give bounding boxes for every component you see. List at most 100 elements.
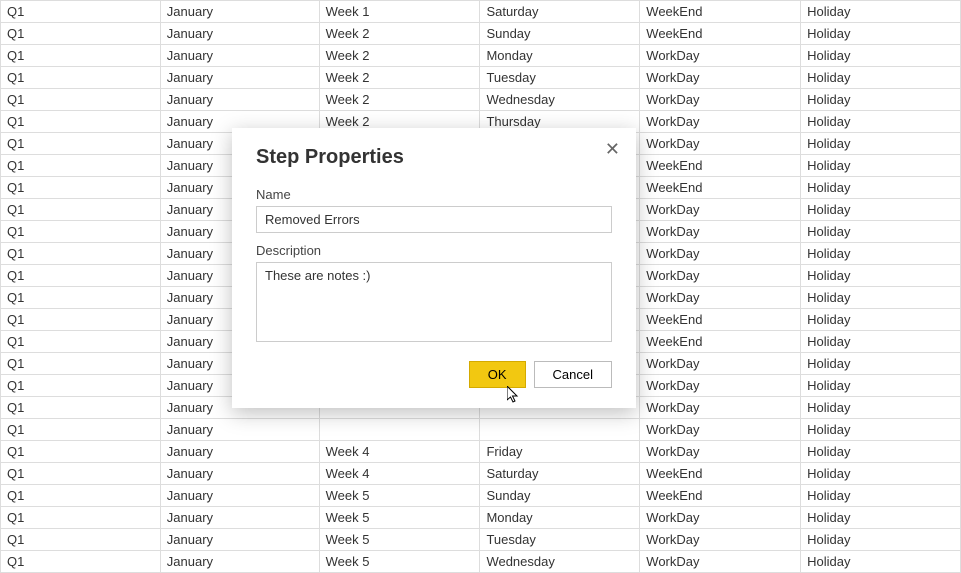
table-row[interactable]: Q1JanuaryWeek 2WednesdayWorkDayHoliday [1, 89, 961, 111]
table-cell[interactable]: WorkDay [640, 419, 801, 441]
table-cell[interactable]: January [160, 89, 319, 111]
table-cell[interactable]: WorkDay [640, 507, 801, 529]
table-cell[interactable]: WorkDay [640, 45, 801, 67]
table-cell[interactable]: Q1 [1, 243, 161, 265]
table-cell[interactable]: Week 5 [319, 551, 480, 573]
table-cell[interactable]: Q1 [1, 529, 161, 551]
table-cell[interactable]: Holiday [801, 67, 961, 89]
name-input[interactable] [256, 206, 612, 233]
table-cell[interactable]: January [160, 507, 319, 529]
table-cell[interactable]: Q1 [1, 155, 161, 177]
table-cell[interactable]: Holiday [801, 463, 961, 485]
table-cell[interactable]: WeekEnd [640, 1, 801, 23]
table-cell[interactable]: Q1 [1, 463, 161, 485]
table-cell[interactable]: Saturday [480, 1, 640, 23]
table-cell[interactable]: Q1 [1, 397, 161, 419]
table-cell[interactable] [319, 419, 480, 441]
table-cell[interactable]: Tuesday [480, 529, 640, 551]
table-cell[interactable]: Week 2 [319, 23, 480, 45]
table-cell[interactable]: Q1 [1, 265, 161, 287]
table-cell[interactable]: Holiday [801, 155, 961, 177]
table-cell[interactable]: Monday [480, 45, 640, 67]
table-cell[interactable]: January [160, 419, 319, 441]
table-cell[interactable]: Holiday [801, 199, 961, 221]
table-cell[interactable]: Q1 [1, 353, 161, 375]
table-cell[interactable]: Monday [480, 507, 640, 529]
table-cell[interactable]: Week 2 [319, 45, 480, 67]
table-cell[interactable]: January [160, 463, 319, 485]
table-cell[interactable]: WorkDay [640, 353, 801, 375]
table-cell[interactable]: WorkDay [640, 221, 801, 243]
table-cell[interactable]: Holiday [801, 441, 961, 463]
table-cell[interactable]: Tuesday [480, 67, 640, 89]
table-cell[interactable]: WorkDay [640, 265, 801, 287]
table-cell[interactable]: Week 5 [319, 529, 480, 551]
table-cell[interactable]: WeekEnd [640, 485, 801, 507]
table-cell[interactable]: Q1 [1, 485, 161, 507]
table-cell[interactable]: Holiday [801, 485, 961, 507]
table-cell[interactable]: Week 5 [319, 485, 480, 507]
table-cell[interactable]: January [160, 551, 319, 573]
table-cell[interactable]: Wednesday [480, 551, 640, 573]
table-cell[interactable]: Q1 [1, 45, 161, 67]
table-cell[interactable]: Holiday [801, 243, 961, 265]
table-cell[interactable]: January [160, 45, 319, 67]
table-cell[interactable]: Week 5 [319, 507, 480, 529]
table-cell[interactable]: WorkDay [640, 133, 801, 155]
table-cell[interactable]: WeekEnd [640, 309, 801, 331]
table-cell[interactable]: Week 4 [319, 441, 480, 463]
table-cell[interactable]: Friday [480, 441, 640, 463]
table-cell[interactable]: Week 1 [319, 1, 480, 23]
table-cell[interactable]: Holiday [801, 309, 961, 331]
close-button[interactable]: ✕ [601, 138, 624, 160]
table-row[interactable]: Q1JanuaryWeek 2TuesdayWorkDayHoliday [1, 67, 961, 89]
table-cell[interactable]: WorkDay [640, 287, 801, 309]
table-cell[interactable]: Holiday [801, 133, 961, 155]
table-cell[interactable]: Holiday [801, 419, 961, 441]
table-cell[interactable]: Sunday [480, 23, 640, 45]
table-cell[interactable]: Q1 [1, 507, 161, 529]
table-cell[interactable]: Q1 [1, 67, 161, 89]
table-cell[interactable]: January [160, 485, 319, 507]
table-cell[interactable]: WorkDay [640, 89, 801, 111]
table-cell[interactable]: WorkDay [640, 243, 801, 265]
table-cell[interactable]: Q1 [1, 441, 161, 463]
description-input[interactable] [256, 262, 612, 342]
table-cell[interactable]: Q1 [1, 551, 161, 573]
table-row[interactable]: Q1JanuaryWeek 5WednesdayWorkDayHoliday [1, 551, 961, 573]
table-cell[interactable]: Holiday [801, 507, 961, 529]
table-cell[interactable]: WeekEnd [640, 155, 801, 177]
table-cell[interactable]: Holiday [801, 331, 961, 353]
table-cell[interactable]: Q1 [1, 199, 161, 221]
table-cell[interactable]: WeekEnd [640, 177, 801, 199]
table-cell[interactable]: Holiday [801, 177, 961, 199]
table-cell[interactable]: Q1 [1, 419, 161, 441]
table-cell[interactable]: Holiday [801, 353, 961, 375]
table-cell[interactable]: Q1 [1, 221, 161, 243]
table-cell[interactable]: WeekEnd [640, 23, 801, 45]
table-cell[interactable]: Q1 [1, 177, 161, 199]
table-cell[interactable]: January [160, 23, 319, 45]
table-row[interactable]: Q1JanuaryWeek 5SundayWeekEndHoliday [1, 485, 961, 507]
table-cell[interactable]: WorkDay [640, 551, 801, 573]
table-row[interactable]: Q1JanuaryWeek 5TuesdayWorkDayHoliday [1, 529, 961, 551]
table-cell[interactable]: Holiday [801, 287, 961, 309]
table-cell[interactable]: WorkDay [640, 111, 801, 133]
table-cell[interactable]: Holiday [801, 23, 961, 45]
table-cell[interactable]: Holiday [801, 265, 961, 287]
table-cell[interactable]: WorkDay [640, 375, 801, 397]
table-cell[interactable]: January [160, 67, 319, 89]
table-row[interactable]: Q1JanuaryWeek 2SundayWeekEndHoliday [1, 23, 961, 45]
table-cell[interactable]: Q1 [1, 111, 161, 133]
table-cell[interactable]: Q1 [1, 1, 161, 23]
cancel-button[interactable]: Cancel [534, 361, 612, 388]
table-cell[interactable]: Wednesday [480, 89, 640, 111]
table-cell[interactable]: January [160, 529, 319, 551]
table-row[interactable]: Q1JanuaryWeek 2MondayWorkDayHoliday [1, 45, 961, 67]
table-cell[interactable]: Week 4 [319, 463, 480, 485]
table-cell[interactable]: Saturday [480, 463, 640, 485]
table-cell[interactable] [480, 419, 640, 441]
table-cell[interactable]: Q1 [1, 331, 161, 353]
table-cell[interactable]: Holiday [801, 221, 961, 243]
table-cell[interactable]: Week 2 [319, 89, 480, 111]
